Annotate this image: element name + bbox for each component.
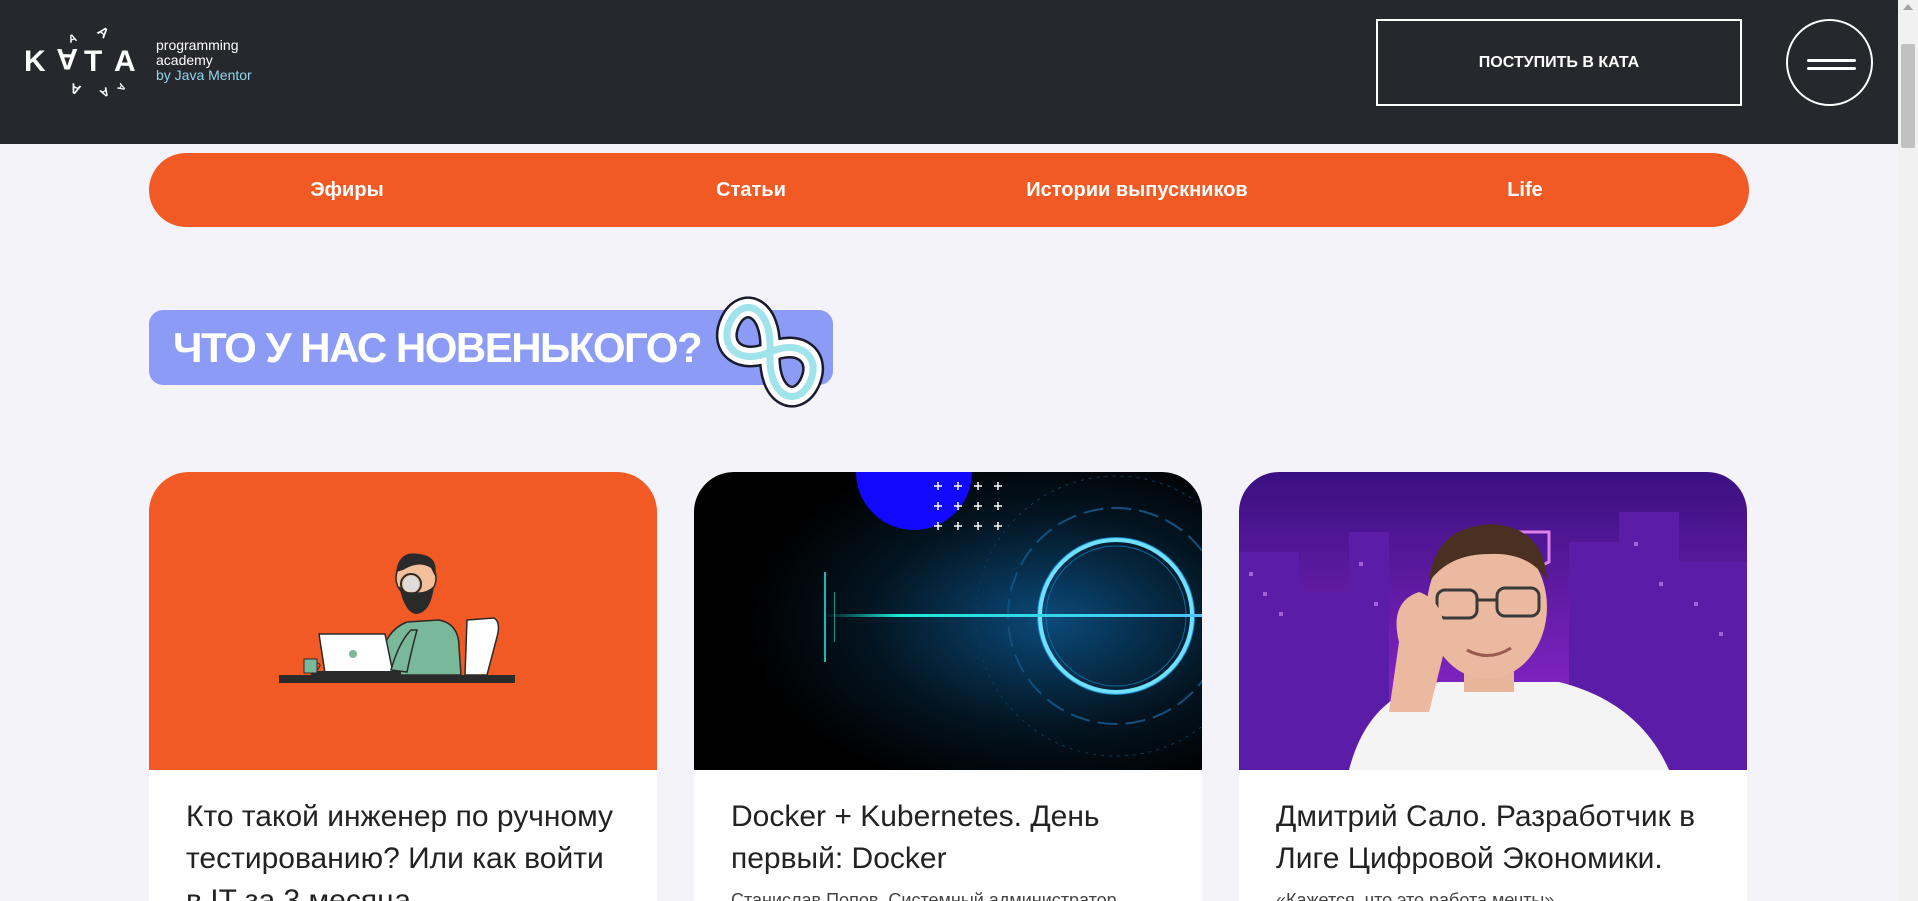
article-card[interactable]: Docker + Kubernetes. День первый: Docker… [694,472,1202,901]
article-card[interactable]: Кто такой инженер по ручному тестировани… [149,472,657,901]
tech-circle-icon [694,472,1202,770]
kata-logo[interactable]: K A T A A A A A A programming academy by… [22,22,262,102]
card-excerpt: «Кажется, что это работа мечты» [1276,890,1555,901]
kata-logo-mark-icon: K A T A A A A A A [24,23,136,101]
article-card[interactable]: Дмитрий Сало. Разработчик в Лиге Цифрово… [1239,472,1747,901]
card-title[interactable]: Docker + Kubernetes. День первый: Docker [731,796,1171,880]
graduate-photo-icon [1239,472,1747,770]
svg-text:A: A [56,42,78,75]
logo-line-java-mentor: by Java Mentor [156,67,252,83]
logo-line-academy: academy [156,52,213,68]
svg-text:A: A [97,84,112,101]
card-excerpt: Станислав Попов. Системный администратор [731,890,1117,901]
scrollbar-thumb[interactable] [1901,44,1915,148]
scroll-up-icon[interactable] [1903,4,1913,10]
category-nav: Эфиры Статьи Истории выпускников Life [149,153,1749,227]
infinity-icon [715,296,825,408]
hamburger-icon [1807,59,1856,62]
svg-text:A: A [94,23,112,42]
card-title[interactable]: Кто такой инженер по ручному тестировани… [186,796,626,901]
illustration-man-laptop-icon [149,472,657,770]
card-title[interactable]: Дмитрий Сало. Разработчик в Лиге Цифрово… [1276,796,1716,880]
page-scrollbar[interactable] [1898,0,1918,901]
enroll-button[interactable]: ПОСТУПИТЬ В КАТА [1376,19,1742,106]
nav-item-articles[interactable]: Статьи [557,153,945,227]
logo-text: programming academy by Java Mentor [156,38,252,83]
menu-button[interactable] [1786,19,1873,106]
svg-text:K: K [24,45,46,78]
svg-text:A: A [114,45,136,78]
section-title-block: ЧТО У НАС НОВЕНЬКОГО? [149,296,833,408]
svg-text:A: A [114,81,127,93]
hamburger-icon-line [1807,67,1856,70]
nav-item-graduate-stories[interactable]: Истории выпускников [943,153,1331,227]
svg-text:T: T [84,45,102,78]
logo-line-programming: programming [156,37,239,53]
svg-text:A: A [68,80,83,98]
section-title: ЧТО У НАС НОВЕНЬКОГО? [173,324,703,371]
nav-item-efiry[interactable]: Эфиры [153,153,541,227]
nav-item-life[interactable]: Life [1331,153,1719,227]
site-header: K A T A A A A A A programming academy by… [0,0,1898,144]
